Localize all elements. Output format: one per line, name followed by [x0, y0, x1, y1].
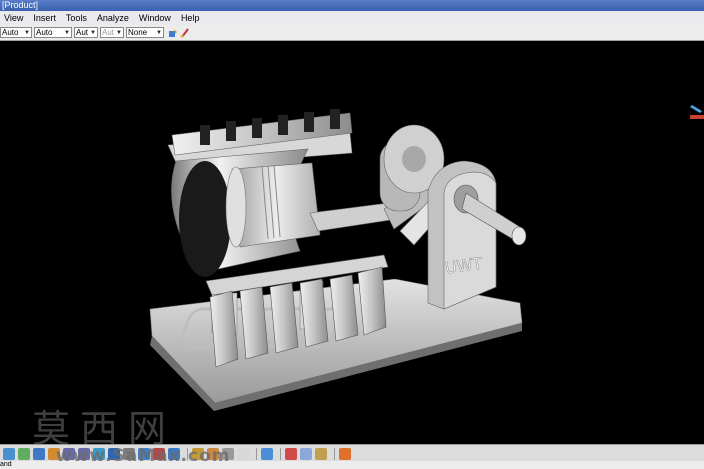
- fit-all-icon[interactable]: [18, 447, 30, 460]
- menu-view[interactable]: View: [0, 11, 29, 25]
- linetype-combo-value: Aut: [76, 27, 89, 37]
- piston: [225, 162, 321, 248]
- catalog-icon[interactable]: [285, 447, 297, 460]
- toolbar-separator: [280, 447, 281, 460]
- toolbar-separator: [256, 447, 257, 460]
- chevron-down-icon: ▼: [90, 29, 96, 36]
- chevron-down-icon: ▼: [64, 29, 70, 36]
- brush-icon[interactable]: [180, 27, 190, 38]
- pan-icon[interactable]: [33, 447, 45, 460]
- fly-mode-icon[interactable]: [3, 447, 15, 460]
- constraint-icon[interactable]: [237, 447, 249, 460]
- 3d-viewport[interactable]: UWT: [0, 41, 704, 444]
- chevron-down-icon: ▼: [156, 29, 162, 36]
- transparency-combo-value: Auto: [36, 27, 53, 37]
- title-bar: [Product]: [0, 0, 704, 11]
- color-combo-value: Auto: [2, 27, 19, 37]
- transparency-combo[interactable]: Auto ▼: [34, 27, 72, 38]
- menu-analyze[interactable]: Analyze: [93, 11, 135, 25]
- compass-icon[interactable]: [680, 101, 704, 125]
- status-text: and: [0, 461, 12, 468]
- menu-window[interactable]: Window: [135, 11, 177, 25]
- thickness-combo[interactable]: Aut ▼: [100, 27, 124, 38]
- menu-tools[interactable]: Tools: [62, 11, 93, 25]
- lock-icon[interactable]: [315, 447, 327, 460]
- color-combo[interactable]: Auto ▼: [0, 27, 32, 38]
- chevron-down-icon: ▼: [116, 29, 122, 36]
- render-icon[interactable]: [300, 447, 312, 460]
- layer-combo-value: None: [128, 27, 148, 37]
- layer-combo[interactable]: None ▼: [126, 27, 164, 38]
- window-title: [Product]: [2, 0, 39, 10]
- piston-assembly-model: UWT: [149, 109, 527, 411]
- graphic-properties-toolbar: Auto ▼ Auto ▼ Aut ▼ Aut ▼ None ▼: [0, 25, 704, 41]
- menu-bar: View Insert Tools Analyze Window Help: [0, 11, 704, 26]
- bearing-pedestal: [427, 160, 497, 310]
- paint-icon[interactable]: [168, 28, 178, 38]
- materials-icon[interactable]: [261, 447, 273, 460]
- thickness-combo-value: Aut: [102, 27, 115, 37]
- menu-help[interactable]: Help: [177, 11, 206, 25]
- table-icon[interactable]: [339, 447, 351, 460]
- menu-insert[interactable]: Insert: [29, 11, 62, 25]
- toolbar-separator: [334, 447, 335, 460]
- chevron-down-icon: ▼: [24, 29, 30, 36]
- status-bar: and: [0, 461, 704, 469]
- linetype-combo[interactable]: Aut ▼: [74, 27, 98, 38]
